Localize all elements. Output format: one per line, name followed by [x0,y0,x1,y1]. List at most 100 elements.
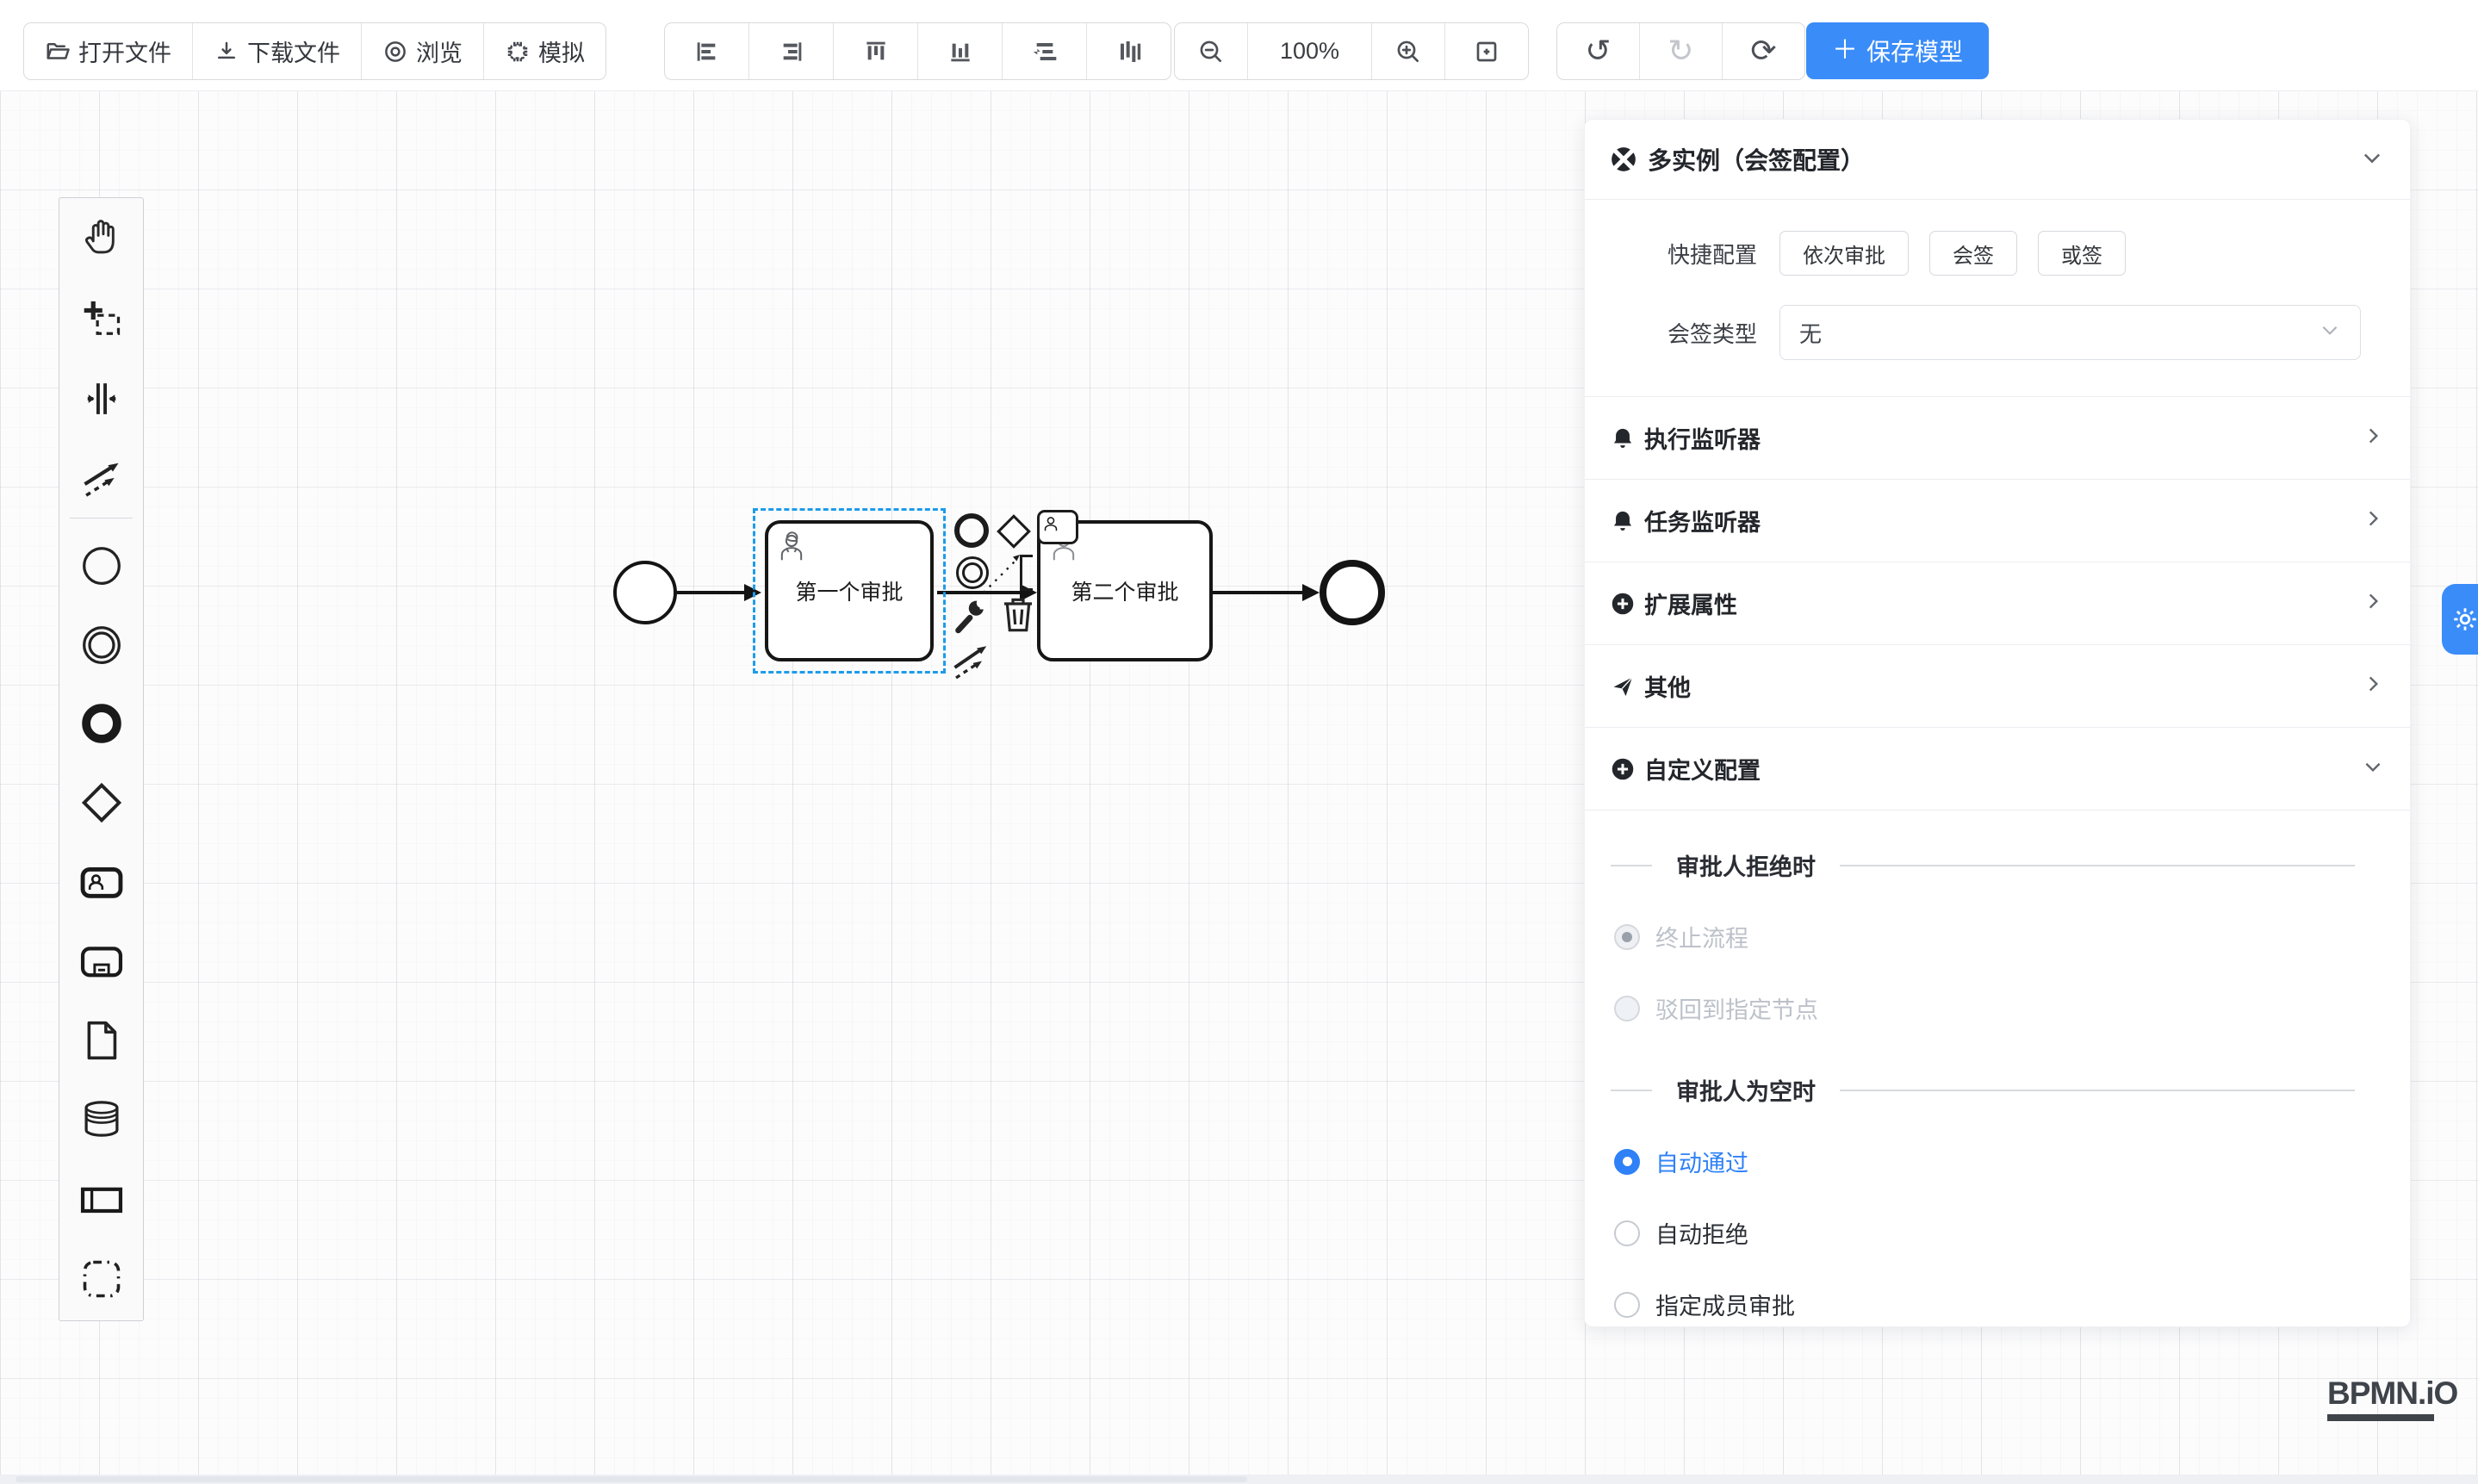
divider [1611,1090,1652,1091]
task-first-approval[interactable]: 第一个审批 [765,520,934,661]
palette-connect-tool[interactable] [59,456,143,499]
align-left-icon [693,38,721,65]
palette-user-task[interactable] [59,860,143,903]
connect-tool-button[interactable] [951,639,992,685]
row-extended-properties[interactable]: 扩展属性 [1585,562,2410,644]
sign-type-select[interactable]: 无 [1779,305,2361,360]
logo-underline [2327,1414,2434,1421]
chip-icon [505,39,531,65]
open-file-button[interactable]: 打开文件 [24,23,193,79]
radio-auto-reject[interactable]: 自动拒绝 [1614,1216,2410,1250]
append-gateway-button[interactable] [996,513,1032,554]
zoom-level-value: 100% [1280,38,1339,65]
reset-button[interactable]: ⟳ [1723,23,1804,79]
sequence-flow-3[interactable] [1213,591,1306,594]
toolbar: 打开文件 下载文件 浏览 模拟 [0,0,2478,91]
palette-intermediate-event[interactable] [59,624,143,667]
row-other[interactable]: 其他 [1585,645,2410,727]
zoom-out-button[interactable] [1175,23,1248,79]
end-event-icon [954,513,989,548]
fit-viewport-button[interactable] [1445,23,1528,79]
palette-data-store[interactable] [59,1097,143,1140]
settings-tab[interactable] [2442,584,2478,655]
plus-icon: ＋ [1832,38,1858,64]
palette-group[interactable] [59,1257,143,1301]
palette-hand-tool[interactable] [59,215,143,258]
start-event-shape[interactable] [613,561,677,624]
section-approver-reject: 审批人拒绝时 [1611,848,2384,882]
align-center-horizontal-button[interactable] [1003,23,1087,79]
chevron-right-icon [2362,507,2384,534]
lasso-tool-icon [79,297,124,342]
connect-icon [951,639,992,680]
align-center-vertical-button[interactable] [1087,23,1171,79]
row-task-listener[interactable]: 任务监听器 [1585,480,2410,562]
preview-button[interactable]: 浏览 [362,23,484,79]
simulate-label: 模拟 [538,34,585,68]
palette-gateway[interactable] [59,781,143,824]
append-user-task-button[interactable] [1037,510,1078,544]
end-event-shape[interactable] [1320,560,1385,625]
palette-participant[interactable] [59,1178,143,1221]
row-label: 执行监听器 [1644,421,1761,455]
radio-designated-member[interactable]: 指定成员审批 [1614,1288,2410,1321]
sign-type-value: 无 [1799,317,1822,349]
row-custom-config[interactable]: 自定义配置 [1585,728,2410,810]
palette-start-event[interactable] [59,544,143,587]
user-task-icon [1037,510,1078,544]
palette-end-event[interactable] [59,702,143,745]
palette-space-tool[interactable] [59,377,143,420]
align-right-icon [778,38,805,65]
bell-icon [1611,509,1635,533]
panel-header[interactable]: 多实例（会签配置） [1585,120,2410,199]
simulate-button[interactable]: 模拟 [484,23,606,79]
scrollbar-thumb[interactable] [16,1476,1247,1482]
zoom-button-group: 100% [1174,22,1529,80]
space-tool-icon [79,376,124,421]
bell-icon [1611,426,1635,450]
palette-lasso-tool[interactable] [59,298,143,341]
divider [1840,865,2355,866]
radio-terminate-process[interactable]: 终止流程 [1614,920,2410,953]
subprocess-icon [79,939,124,984]
radio-auto-pass[interactable]: 自动通过 [1614,1145,2410,1178]
gateway-icon [79,780,124,825]
quick-option-sequential[interactable]: 依次审批 [1779,231,1909,276]
section-approver-empty: 审批人为空时 [1611,1073,2384,1107]
align-left-button[interactable] [665,23,749,79]
align-bottom-button[interactable] [918,23,1003,79]
row-execution-listener[interactable]: 执行监听器 [1585,397,2410,479]
append-end-event-button[interactable] [954,513,989,548]
palette-data-object[interactable] [59,1019,143,1062]
chevron-down-icon[interactable] [2360,146,2384,174]
quick-option-orsign[interactable]: 或签 [2038,231,2126,276]
align-center-horizontal-icon [1031,38,1059,65]
horizontal-scrollbar[interactable] [0,1475,2478,1484]
trash-icon [1001,594,1035,634]
radio-label: 指定成员审批 [1655,1288,1795,1321]
quick-option-countersign[interactable]: 会签 [1929,231,2017,276]
redo-button[interactable]: ↻ [1640,23,1723,79]
bpmn-palette [59,197,144,1321]
row-label: 任务监听器 [1644,504,1761,537]
history-button-group: ↺ ↻ ⟳ [1556,22,1805,80]
align-right-button[interactable] [749,23,834,79]
delete-button[interactable] [1001,594,1035,638]
save-model-label: 保存模型 [1866,34,1963,68]
folder-open-icon [45,39,71,65]
zoom-level[interactable]: 100% [1248,23,1372,79]
participant-icon [79,1177,124,1222]
radio-return-to-node[interactable]: 驳回到指定节点 [1614,991,2410,1025]
section-title: 审批人拒绝时 [1676,848,1816,882]
zoom-in-button[interactable] [1372,23,1445,79]
align-top-button[interactable] [834,23,918,79]
change-type-button[interactable] [951,598,989,640]
radio-icon [1614,1292,1640,1318]
wrench-icon [951,598,989,636]
save-model-button[interactable]: ＋ 保存模型 [1806,22,1989,79]
palette-subprocess[interactable] [59,940,143,983]
preview-label: 浏览 [416,34,463,68]
undo-button[interactable]: ↺ [1557,23,1640,79]
row-label: 自定义配置 [1644,752,1761,785]
download-file-button[interactable]: 下载文件 [193,23,362,79]
